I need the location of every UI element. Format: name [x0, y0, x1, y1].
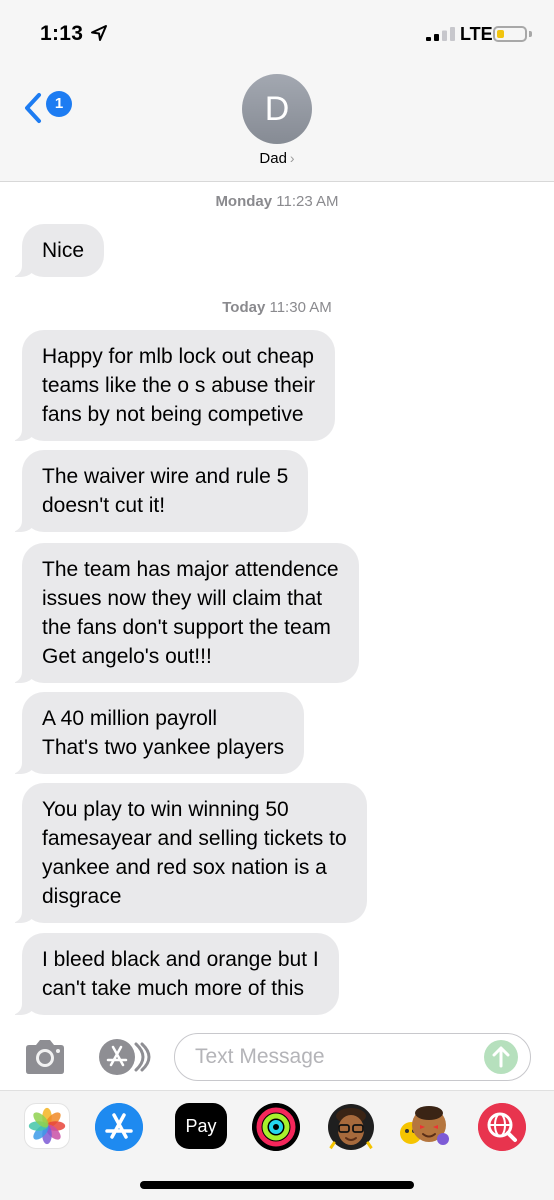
chevron-right-icon: ›	[289, 150, 295, 166]
message-bubble[interactable]: Happy for mlb lock out cheap teams like …	[7, 330, 336, 441]
activity-icon[interactable]	[252, 1103, 300, 1151]
memoji-icon[interactable]	[326, 1103, 376, 1151]
photos-icon[interactable]	[24, 1103, 70, 1149]
network-type: LTE	[460, 24, 493, 44]
memoji-stickers-icon[interactable]	[399, 1103, 451, 1151]
web-search-icon[interactable]	[478, 1103, 526, 1151]
send-arrow-icon[interactable]	[484, 1040, 518, 1074]
camera-icon[interactable]	[22, 1036, 68, 1078]
contact-name[interactable]: Dad	[259, 150, 287, 167]
contact-name-row[interactable]: Dad ›	[0, 150, 554, 167]
message-bubble[interactable]: The waiver wire and rule 5 doesn't cut i…	[7, 450, 309, 532]
app-store-apps-icon[interactable]	[96, 1036, 154, 1078]
message-bubble[interactable]: You play to win winning 50 famesayear an…	[8, 783, 367, 923]
apple-pay-label: Pay	[185, 1116, 217, 1136]
message-input[interactable]: Text Message	[174, 1033, 531, 1081]
status-time: 1:13	[40, 22, 84, 45]
location-arrow-icon	[91, 25, 107, 41]
unread-count-badge[interactable]: 1	[46, 91, 72, 117]
battery-icon	[493, 26, 527, 42]
message-bubble[interactable]: Nice	[7, 224, 105, 277]
message-bubble[interactable]: The team has major attendence issues now…	[8, 543, 359, 683]
message-bubble[interactable]: I bleed black and orange but I can't tak…	[8, 933, 339, 1015]
battery-tip	[529, 31, 532, 37]
message-bubble[interactable]: A 40 million payroll That's two yankee p…	[7, 692, 305, 774]
contact-avatar[interactable]: D	[242, 74, 312, 144]
timestamp-monday: Monday 11:23 AM	[215, 193, 339, 210]
timestamp-today: Today 11:30 AM	[222, 299, 332, 316]
message-input-placeholder: Text Message	[195, 1045, 325, 1068]
back-chevron-icon[interactable]	[22, 92, 44, 124]
app-store-icon[interactable]	[95, 1103, 143, 1151]
cellular-signal-icon	[426, 27, 455, 41]
apple-pay-icon[interactable]: Pay	[175, 1103, 227, 1149]
home-indicator[interactable]	[140, 1181, 414, 1189]
